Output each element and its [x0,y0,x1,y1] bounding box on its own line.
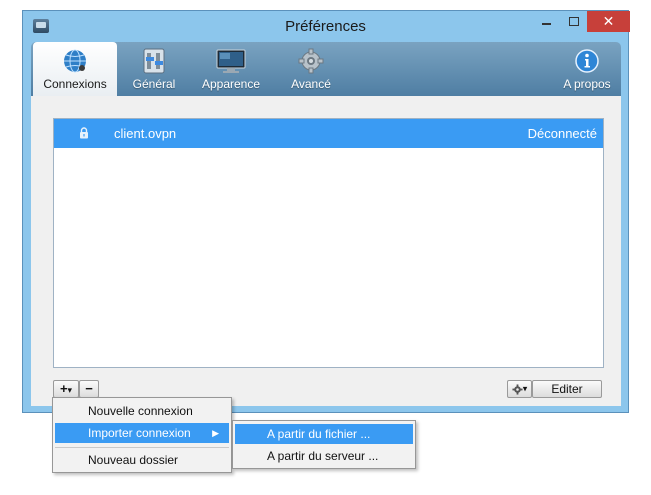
tab-general[interactable]: Général [121,42,187,96]
preferences-toolbar: Connexions Général Apparence Avancé A pr… [31,42,621,96]
menu-item-new-folder[interactable]: Nouveau dossier [55,450,229,470]
close-icon: ✕ [602,13,615,29]
connection-list[interactable]: client.ovpn Déconnecté [53,118,604,368]
tab-connexions[interactable]: Connexions [33,42,117,96]
connections-panel: client.ovpn Déconnecté +▾ − ▾ Editer [31,96,621,406]
menu-item-new-connection[interactable]: Nouvelle connexion [55,401,229,421]
tab-apparence[interactable]: Apparence [191,42,271,96]
tab-label: Apparence [201,77,261,91]
tab-avance[interactable]: Avancé [279,42,343,96]
menu-item-import-connection[interactable]: Importer connexion ▶ [55,423,229,443]
plus-icon: + [59,381,68,396]
add-connection-menu: Nouvelle connexion Importer connexion ▶ … [52,397,232,473]
maximize-icon [568,17,579,27]
tab-label: Général [132,77,176,91]
maximize-button[interactable] [560,11,587,32]
menu-item-label: Nouveau dossier [88,453,179,467]
edit-button[interactable]: Editer [532,380,602,398]
menu-item-label: Nouvelle connexion [88,404,193,418]
about-label: A propos [563,77,611,91]
lock-icon [80,127,88,139]
dropdown-arrow-icon: ▾ [67,385,73,395]
menu-item-label: Importer connexion [88,426,191,440]
import-submenu: A partir du fichier ... A partir du serv… [232,420,416,469]
gear-icon [512,384,523,395]
preferences-window: Préférences ✕ Connexions Général Apparen… [22,10,630,413]
close-button[interactable]: ✕ [587,11,630,32]
connection-row[interactable]: client.ovpn Déconnecté [54,119,603,148]
app-icon[interactable] [33,19,49,33]
menu-item-label: A partir du fichier ... [267,427,371,441]
info-icon [575,49,599,73]
about-button[interactable]: A propos [555,42,619,96]
gear-icon [298,48,324,74]
menu-item-from-server[interactable]: A partir du serveur ... [235,446,413,466]
tab-label: Connexions [43,77,107,91]
add-connection-button[interactable]: +▾ [53,380,79,398]
minimize-button[interactable] [533,11,560,32]
minimize-icon [542,22,551,25]
dropdown-arrow-icon: ▾ [522,383,528,394]
menu-separator [55,447,229,448]
connection-status: Déconnecté [527,126,597,141]
submenu-arrow-icon: ▶ [212,428,219,438]
actions-gear-button[interactable]: ▾ [507,380,532,398]
menu-item-label: A partir du serveur ... [267,449,379,463]
remove-connection-button[interactable]: − [79,380,99,398]
monitor-icon [216,49,246,73]
menu-item-from-file[interactable]: A partir du fichier ... [235,424,413,444]
connection-name: client.ovpn [114,126,177,141]
globe-network-icon [64,49,86,73]
tab-label: Avancé [291,77,331,91]
switch-panel-icon [143,48,165,74]
title-bar[interactable]: Préférences ✕ [23,11,630,42]
minus-icon: − [85,381,93,396]
